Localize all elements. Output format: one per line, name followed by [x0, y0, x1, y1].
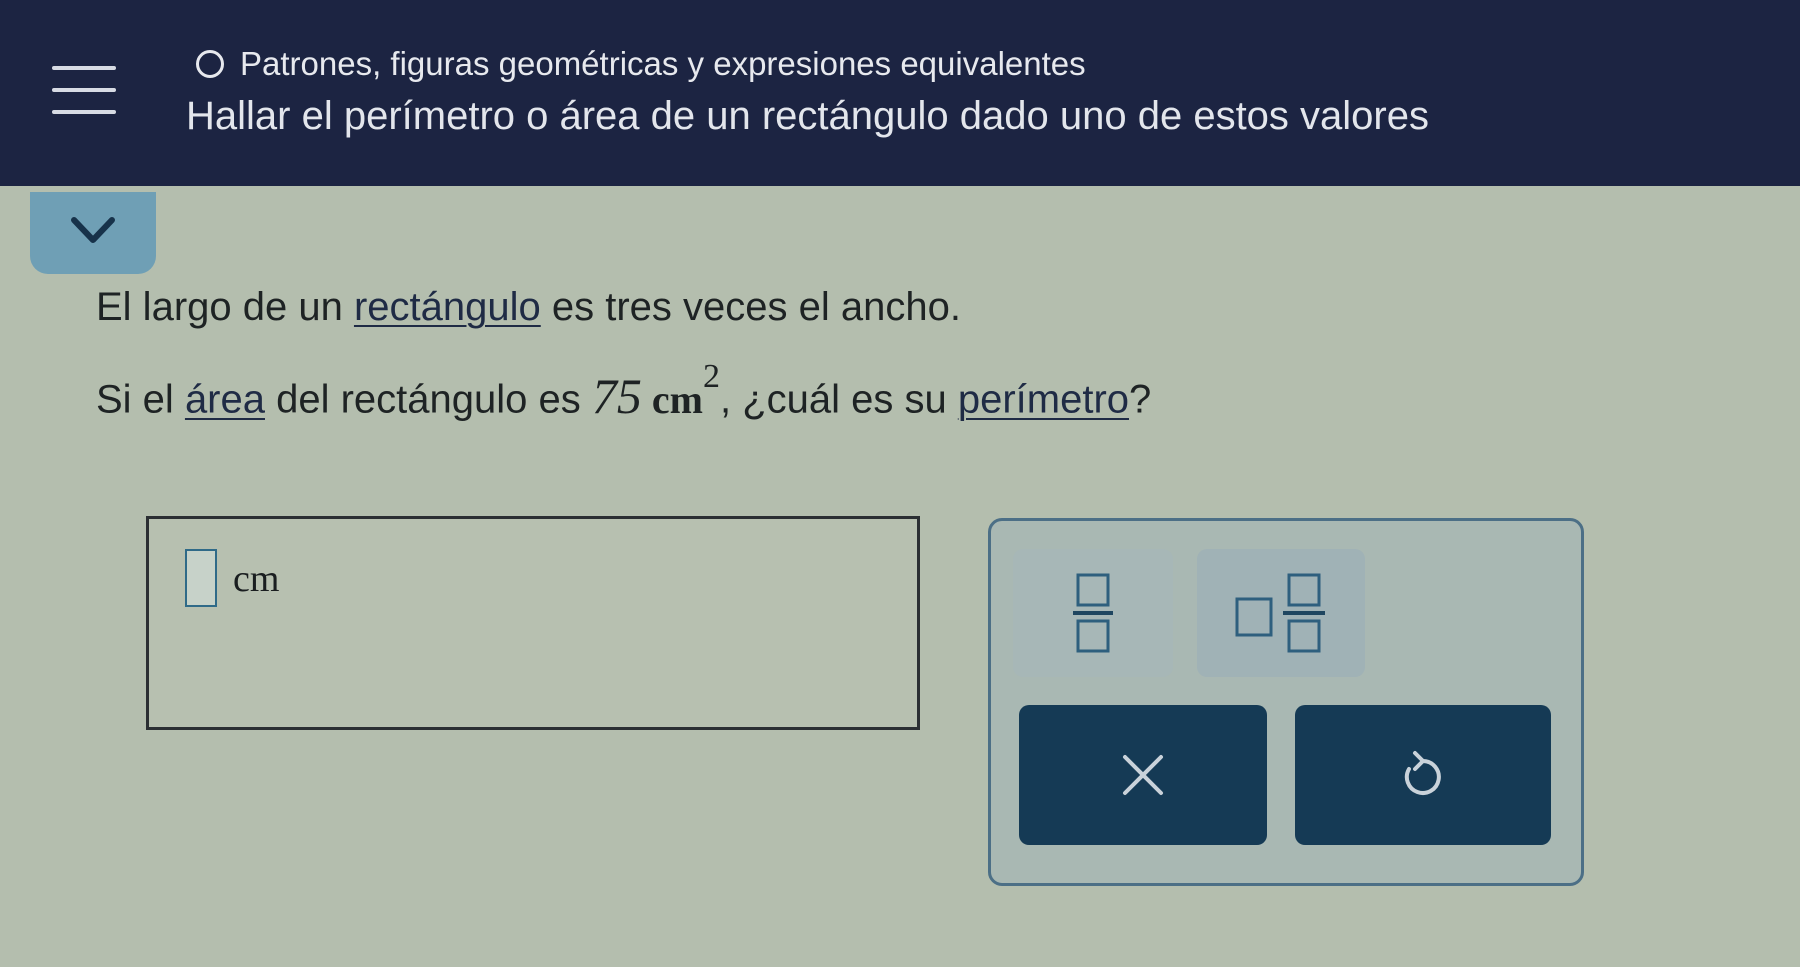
math-keypad [988, 518, 1584, 886]
top-bar: Patrones, figuras geométricas y expresio… [0, 0, 1800, 186]
chevron-down-icon [71, 217, 115, 243]
fraction-button[interactable] [1013, 549, 1173, 677]
area-expression: 75 cm2 [591, 358, 720, 424]
clear-icon [1123, 755, 1163, 795]
mixed-number-button[interactable] [1197, 549, 1365, 677]
glossary-link-area[interactable]: área [185, 378, 265, 422]
question-line-1: El largo de un rectángulo es tres veces … [96, 285, 961, 329]
lesson-title: Hallar el perímetro o área de un rectáng… [186, 94, 1429, 138]
menu-icon[interactable] [52, 66, 116, 118]
topic-title: Patrones, figuras geométricas y expresio… [240, 45, 1086, 82]
fraction-icon [1073, 573, 1113, 653]
glossary-link-rectangle[interactable]: rectángulo [354, 285, 541, 329]
undo-button[interactable] [1295, 705, 1551, 845]
glossary-link-perimeter[interactable]: perímetro [958, 378, 1129, 422]
collapse-tab[interactable] [30, 192, 156, 274]
mixed-number-icon [1235, 573, 1325, 653]
answer-area: cm [146, 516, 920, 730]
clear-button[interactable] [1019, 705, 1267, 845]
topic-circle-icon [196, 50, 224, 78]
question-line-2: Si el área del rectángulo es 75 cm2, ¿cu… [96, 358, 1152, 424]
undo-icon [1404, 751, 1441, 795]
topic-line: Patrones, figuras geométricas y expresio… [196, 44, 1086, 84]
answer-input[interactable] [185, 549, 217, 607]
answer-unit: cm [233, 558, 280, 600]
